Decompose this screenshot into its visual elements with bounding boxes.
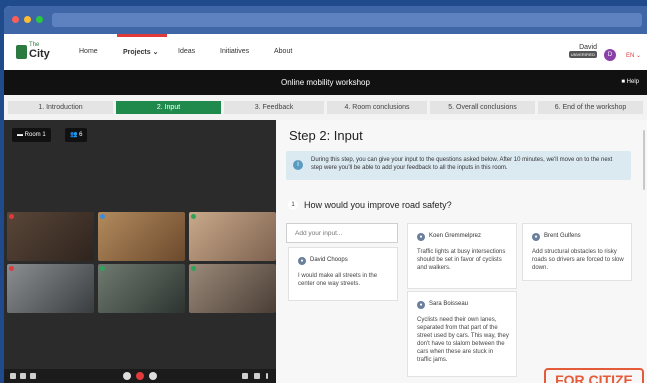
browser-chrome [4,6,647,34]
help-button[interactable]: ■ Help [621,79,639,85]
participants-icon: 👥 [70,132,80,138]
hang-up-icon[interactable] [136,372,144,380]
question-number: 1 [288,200,298,210]
participants-button[interactable]: 👥 6 [65,128,88,142]
step-input[interactable]: 2. Input [116,101,221,114]
nav-initiatives[interactable]: Initiatives [220,48,249,55]
screen-share-icon[interactable] [20,373,26,379]
microphone-icon[interactable] [123,372,131,380]
input-card[interactable]: ● David Choops I would make all streets … [288,247,398,301]
mic-status-icon [100,266,105,271]
video-tile-4[interactable] [7,264,94,313]
room-icon: ▬ [17,132,25,138]
mic-status-icon [9,266,14,271]
mic-status-icon [191,266,196,271]
more-options-icon[interactable] [266,373,268,379]
card-text: Traffic lights at busy intersections sho… [417,249,506,271]
step-room-conclusions[interactable]: 4. Room conclusions [327,101,427,114]
page-title: Step 2: Input [289,128,363,143]
nav-active-indicator [117,34,167,37]
grid-view-icon[interactable] [242,373,248,379]
room-button[interactable]: ▬ Room 1 [12,128,51,142]
nav-ideas[interactable]: Ideas [178,48,195,55]
input-panel: Step 2: Input i During this step, you ca… [276,120,647,383]
card-text: Cyclists need their own lanes, separated… [417,317,509,363]
info-icon: i [293,160,303,170]
step-overall-conclusions[interactable]: 5. Overall conclusions [430,101,535,114]
user-menu[interactable]: David UNVERIFIED [568,44,597,58]
address-bar[interactable] [52,13,642,27]
mic-status-icon [9,214,14,219]
user-avatar-icon: ● [532,233,540,241]
card-author: Koen Gremmelprez [429,233,482,239]
step-progress: 1. Introduction 2. Input 3. Feedback 4. … [4,95,647,120]
card-author: Brent Gulfens [544,233,581,239]
card-text: Add structural obstacles to risky roads … [532,249,624,271]
step-introduction[interactable]: 1. Introduction [8,101,113,114]
scrollbar[interactable] [643,130,645,190]
step-end-of-workshop[interactable]: 6. End of the workshop [538,101,643,114]
citizen-stamp-overlay: FOR CITIZE [544,368,644,383]
minimize-dot[interactable] [24,16,31,23]
nav-projects[interactable]: Projects ⌄ [123,48,158,56]
input-card[interactable]: ● Koen Gremmelprez Traffic lights at bus… [407,223,517,289]
video-controls [4,369,276,383]
input-card[interactable]: ● Brent Gulfens Add structural obstacles… [522,223,632,281]
avatar[interactable]: D [604,49,616,61]
language-selector[interactable]: EN ⌄ [626,52,641,59]
input-card[interactable]: ● Sara Boisseau Cyclists need their own … [407,291,517,377]
maximize-dot[interactable] [36,16,43,23]
chat-icon[interactable] [10,373,16,379]
user-name: David [579,44,597,51]
workshop-title-bar: Online mobility workshop ■ Help [4,70,647,95]
card-text: I would make all streets in the center o… [298,273,378,287]
nav-about[interactable]: About [274,48,292,55]
card-author: Sara Boisseau [429,301,469,307]
video-tile-5[interactable] [98,264,185,313]
logo-mark-icon [16,45,27,59]
top-navigation: The City Home Projects ⌄ Ideas Initiativ… [4,34,647,71]
settings-icon[interactable] [254,373,260,379]
video-tile-2[interactable] [98,212,185,261]
logo[interactable]: The City [16,42,56,64]
user-avatar-icon: ● [298,257,306,265]
info-banner: i During this step, you can give your in… [286,151,631,180]
video-call-area: ▬ Room 1 👥 6 [4,120,276,383]
video-tile-3[interactable] [189,212,276,261]
workshop-title: Online mobility workshop [281,78,370,87]
info-text: During this step, you can give your inpu… [311,157,613,171]
record-icon[interactable] [30,373,36,379]
question-title: How would you improve road safety? [304,200,452,210]
browser-window: The City Home Projects ⌄ Ideas Initiativ… [4,6,647,383]
video-tile-6[interactable] [189,264,276,313]
nav-home[interactable]: Home [79,48,98,55]
mic-status-icon [191,214,196,219]
close-dot[interactable] [12,16,19,23]
step-feedback[interactable]: 3. Feedback [224,101,324,114]
user-badge: UNVERIFIED [568,51,597,58]
video-tile-1[interactable] [7,212,94,261]
input-field[interactable]: Add your input... [286,223,398,243]
card-author: David Choops [310,257,348,263]
user-avatar-icon: ● [417,233,425,241]
user-avatar-icon: ● [417,301,425,309]
camera-icon[interactable] [149,372,157,380]
mic-status-icon [100,214,105,219]
